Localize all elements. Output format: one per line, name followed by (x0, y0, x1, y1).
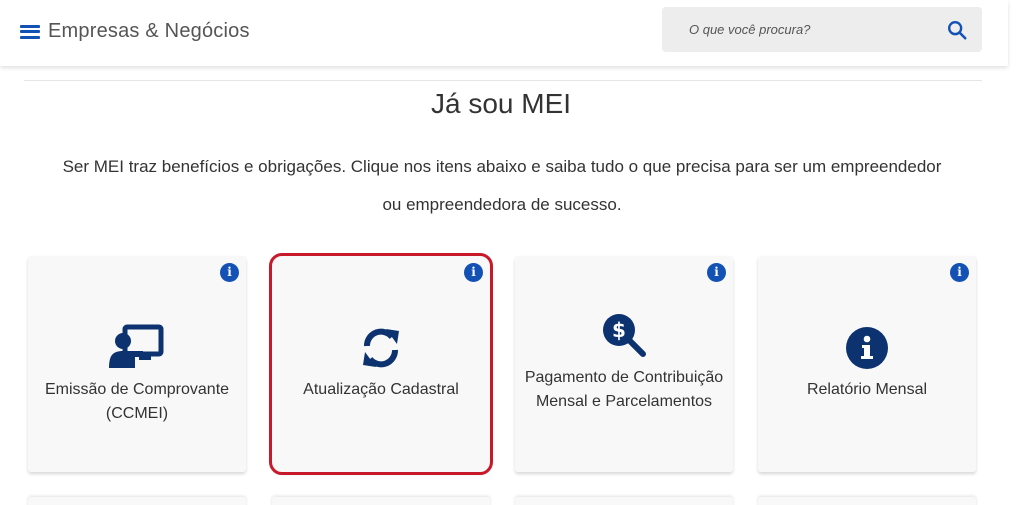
dollar-magnifier-icon: $ (515, 312, 733, 358)
card-label: Relatório Mensal (806, 381, 928, 398)
refresh-icon (272, 328, 490, 368)
card-emissao-comprovante[interactable]: i Emissão de Comprovante (CCMEI) (28, 256, 246, 472)
section-divider (24, 80, 982, 81)
page-lead: Ser MEI traz benefícios e obrigações. Cl… (62, 157, 942, 214)
page-title: Já sou MEI (430, 88, 572, 119)
search-input[interactable] (662, 7, 932, 52)
card-atualizacao-cadastral[interactable]: i Atualização Cadastral (269, 253, 493, 475)
info-icon[interactable]: i (220, 263, 239, 282)
svg-text:$: $ (612, 318, 626, 342)
card-relatorio-mensal[interactable]: i Relatório Mensal (758, 256, 976, 472)
card-row2-3[interactable] (515, 497, 733, 505)
site-header: Empresas & Negócios (0, 0, 1008, 66)
search-box (662, 7, 982, 52)
card-row2-4[interactable] (758, 497, 976, 505)
card-row2-1[interactable] (28, 497, 246, 505)
card-row2-2[interactable] (272, 497, 490, 505)
card-label: Emissão de Comprovante (CCMEI) (44, 381, 230, 422)
info-icon[interactable]: i (950, 263, 969, 282)
card-label: Atualização Cadastral (303, 381, 459, 398)
hamburger-icon (20, 24, 40, 40)
info-circle-icon (758, 326, 976, 370)
card-pagamento-contribuicao[interactable]: i $ Pagamento de Contribuição Mensal e P… (515, 256, 733, 472)
presentation-user-icon (28, 324, 246, 370)
site-title[interactable]: Empresas & Negócios (48, 20, 250, 43)
menu-button[interactable]: Empresas & Negócios (20, 20, 250, 43)
search-icon[interactable] (946, 19, 968, 41)
info-icon[interactable]: i (707, 263, 726, 282)
card-label: Pagamento de Contribuição Mensal e Parce… (524, 369, 724, 410)
info-icon[interactable]: i (464, 263, 483, 282)
